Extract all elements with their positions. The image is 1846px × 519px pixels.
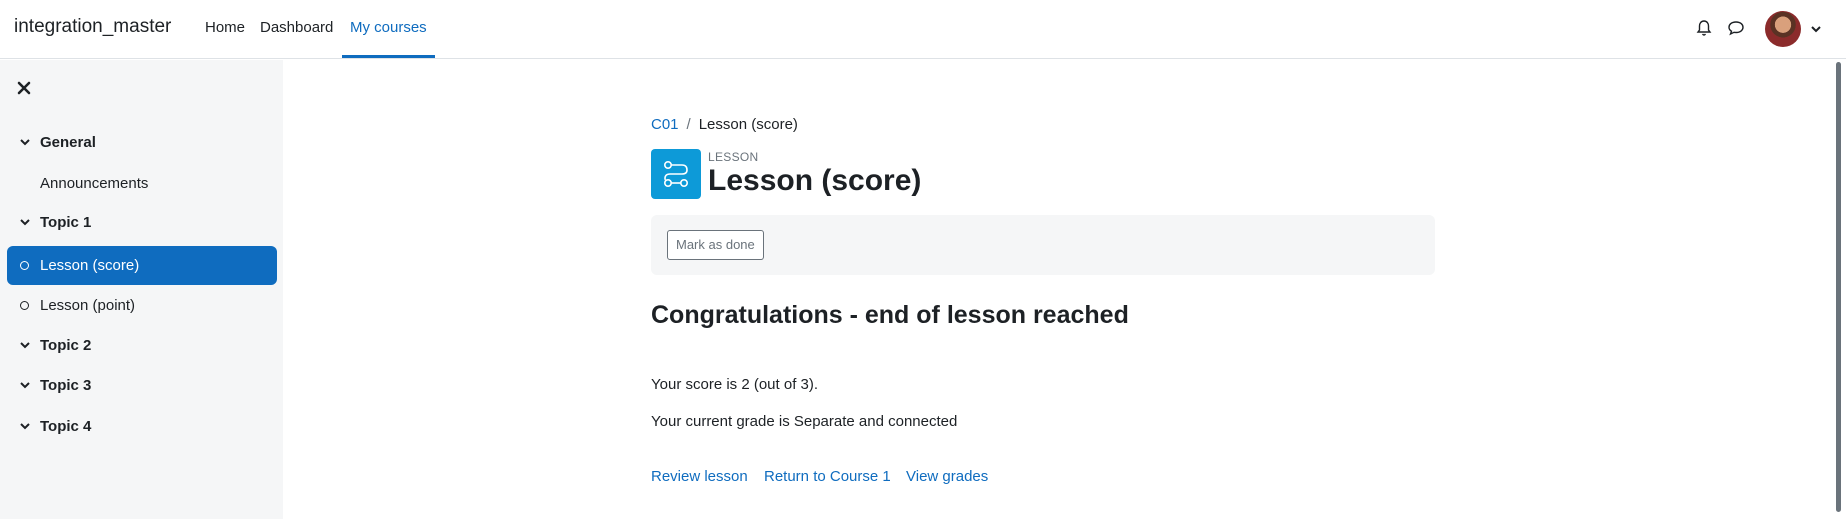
sidebar-item-lesson-score[interactable]: Lesson (score) (7, 246, 277, 285)
nav-home[interactable]: Home (205, 19, 245, 36)
activity-completion-panel: Mark as done (651, 215, 1435, 275)
chevron-down-icon[interactable] (19, 380, 31, 390)
breadcrumb-current: Lesson (score) (698, 116, 798, 133)
section-topic-2[interactable]: Topic 2 (0, 328, 283, 364)
chevron-down-icon[interactable] (19, 137, 31, 147)
section-label: Topic 2 (40, 337, 92, 354)
site-brand[interactable]: integration_master (14, 16, 171, 38)
section-label: Topic 3 (40, 377, 92, 394)
breadcrumb-course-link[interactable]: C01 (651, 116, 679, 133)
score-text: Your score is 2 (out of 3). (651, 376, 819, 393)
grade-text: Your current grade is Separate and conne… (651, 413, 958, 430)
review-lesson-link[interactable]: Review lesson (651, 468, 748, 485)
sidebar-item-announcements[interactable]: Announcements (0, 164, 270, 203)
chevron-down-icon[interactable] (19, 217, 31, 227)
sidebar-item-label: Lesson (point) (40, 297, 136, 314)
section-label: Topic 1 (40, 214, 92, 231)
chevron-down-icon[interactable] (19, 421, 31, 431)
lesson-icon (651, 149, 701, 199)
activity-type-label: LESSON (708, 150, 759, 164)
chevron-down-icon[interactable] (1810, 24, 1822, 34)
breadcrumb-separator: / (686, 116, 691, 133)
avatar[interactable] (1765, 11, 1801, 47)
mark-as-done-button[interactable]: Mark as done (667, 230, 764, 260)
top-navbar: integration_master Home Dashboard My cou… (0, 0, 1846, 59)
nav-dashboard[interactable]: Dashboard (260, 19, 333, 36)
section-topic-1[interactable]: Topic 1 (0, 205, 283, 241)
lesson-end-heading: Congratulations - end of lesson reached (651, 301, 1129, 329)
chevron-down-icon[interactable] (19, 340, 31, 350)
page-scrollbar[interactable] (1836, 62, 1841, 512)
section-general[interactable]: General (0, 125, 283, 161)
sidebar-item-lesson-point[interactable]: Lesson (point) (7, 286, 277, 325)
completion-circle-icon (20, 261, 29, 270)
view-grades-link[interactable]: View grades (906, 468, 988, 485)
section-topic-4[interactable]: Topic 4 (0, 409, 283, 445)
nav-my-courses[interactable]: My courses (350, 19, 427, 36)
bell-icon[interactable] (1694, 18, 1714, 38)
section-label: Topic 4 (40, 418, 92, 435)
breadcrumb: C01 / Lesson (score) (651, 116, 798, 133)
close-icon[interactable] (16, 80, 32, 96)
page-title: Lesson (score) (708, 164, 922, 197)
nav-active-indicator (342, 55, 435, 58)
chat-icon[interactable] (1726, 18, 1746, 38)
sidebar-item-label: Announcements (40, 175, 149, 192)
return-to-course-link[interactable]: Return to Course 1 (764, 468, 891, 485)
completion-circle-icon (20, 301, 29, 310)
section-topic-3[interactable]: Topic 3 (0, 368, 283, 404)
sidebar-item-label: Lesson (score) (40, 257, 140, 274)
section-label: General (40, 134, 96, 151)
course-index-drawer: General Announcements Topic 1 Lesson (sc… (0, 60, 283, 519)
